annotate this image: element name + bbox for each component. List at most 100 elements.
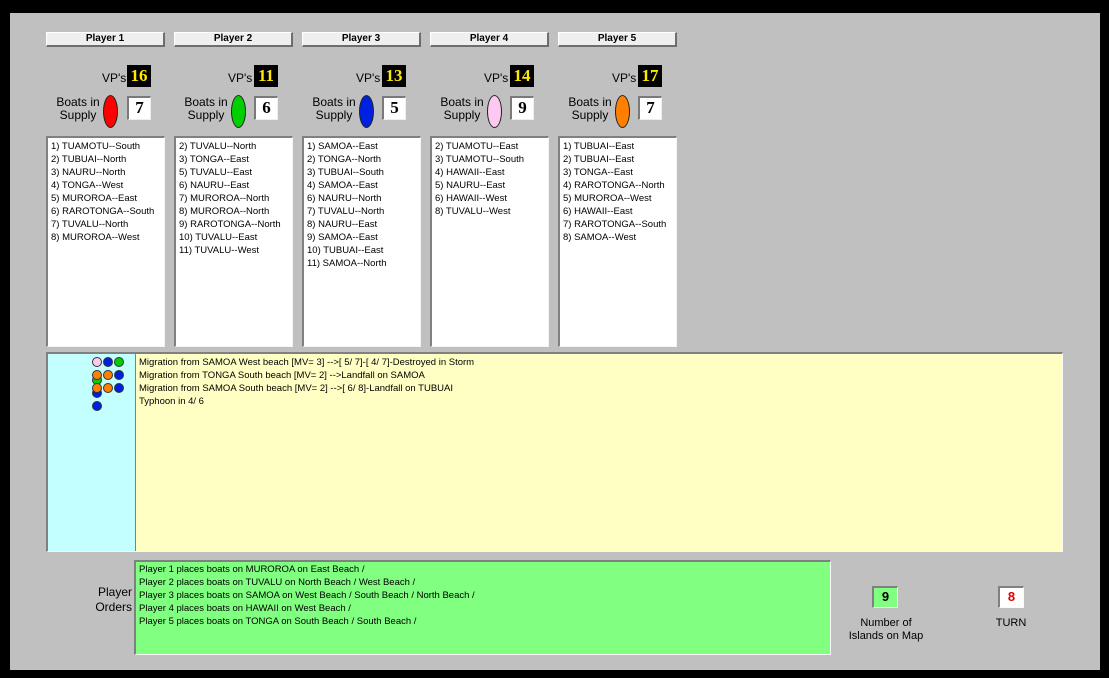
list-item: 5) MUROROA--West [563, 193, 652, 204]
event-dot-row [92, 383, 135, 411]
player-5-vp-value: 17 [638, 65, 662, 87]
turn-label: TURN [995, 617, 1027, 629]
list-item: 7) MUROROA--North [179, 193, 270, 204]
list-item: Migration from TONGA South beach [MV= 2]… [139, 370, 425, 381]
list-item: 7) RAROTONGA--South [563, 219, 667, 230]
player-1-vp-value: 16 [127, 65, 151, 87]
list-item: 3) NAURU--North [51, 167, 126, 178]
player-1-move-list[interactable]: 1) TUAMOTU--South 2) TUBUAI--North 3) NAUR… [46, 136, 165, 347]
boats-label-line-2: Supply [187, 108, 225, 122]
list-item: 6) NAURU--East [179, 180, 250, 191]
boat-dot-icon [103, 357, 113, 367]
player-4-move-list[interactable]: 2) TUAMOTU--East 3) TUAMOTU--South 4) HAWA… [430, 136, 549, 347]
list-item: 8) MUROROA--North [179, 206, 270, 217]
list-item: 2) TUAMOTU--East [435, 141, 519, 152]
boats-label-line-2: Supply [59, 108, 97, 122]
player-orders-label-line-1: Player [97, 585, 132, 599]
list-item: 1) TUBUAI--East [563, 141, 635, 152]
boats-label-line-2: Supply [315, 108, 353, 122]
list-item: 1) TUAMOTU--South [51, 141, 141, 152]
player-3-boats-value: 5 [382, 96, 406, 120]
list-item: 3) TONGA--East [179, 154, 249, 165]
list-item: 9) SAMOA--East [307, 232, 378, 243]
list-item: 5) TUVALU--East [179, 167, 253, 178]
list-item: 5) NAURU--East [435, 180, 506, 191]
player-3-move-list[interactable]: 1) SAMOA--East 2) TONGA--North 3) TUBUAI--… [302, 136, 421, 347]
player-4-vp-value: 14 [510, 65, 534, 87]
player-4-boats-value: 9 [510, 96, 534, 120]
game-window: Player 1 VP's 16 Boats in Supply 7 1) TUA… [10, 13, 1100, 670]
player-orders-label: Player Orders [70, 585, 132, 615]
player-1-boats-label: Boats in Supply [50, 96, 106, 122]
list-item: Player 4 places boats on HAWAII on West … [139, 603, 351, 614]
boat-dot-icon [92, 370, 102, 380]
list-item: 7) TUVALU--North [307, 206, 385, 217]
list-item: 6) HAWAII--West [435, 193, 507, 204]
player-5-vp-label: VP's [612, 71, 637, 85]
player-4-color-token [487, 95, 502, 128]
list-item: 4) SAMOA--East [307, 180, 378, 191]
list-item: 6) NAURU--North [307, 193, 382, 204]
islands-label-line-1: Number of [860, 617, 912, 629]
islands-label-line-2: Islands on Map [848, 630, 924, 642]
player-3-vp-value: 13 [382, 65, 406, 87]
player-1-vp-label: VP's [102, 71, 127, 85]
boat-dot-icon [114, 357, 124, 367]
turn-count-box: 8 [998, 586, 1024, 608]
list-item: Player 5 places boats on TONGA on South … [139, 616, 417, 627]
player-4-boats-label: Boats in Supply [434, 96, 490, 122]
player-orders-panel[interactable]: Player 1 places boats on MUROROA on East… [134, 560, 831, 655]
event-dot-row [92, 370, 135, 398]
list-item: 2) TUVALU--North [179, 141, 257, 152]
list-item: 8) TUVALU--West [435, 206, 511, 217]
list-item: Player 2 places boats on TUVALU on North… [139, 577, 416, 588]
player-1-button[interactable]: Player 1 [46, 32, 165, 47]
player-3-color-token [359, 95, 374, 128]
list-item: 2) TONGA--North [307, 154, 382, 165]
list-item: 3) TONGA--East [563, 167, 633, 178]
player-4-button[interactable]: Player 4 [430, 32, 549, 47]
player-2-move-list[interactable]: 2) TUVALU--North 3) TONGA--East 5) TUVALU-… [174, 136, 293, 347]
list-item: 10) TUVALU--East [179, 232, 258, 243]
boats-label-line-2: Supply [571, 108, 609, 122]
list-item: 2) TUBUAI--East [563, 154, 635, 165]
boat-dot-icon [92, 383, 102, 393]
list-item: 11) SAMOA--North [307, 258, 387, 269]
event-log-panel[interactable]: Migration from SAMOA West beach [MV= 3] … [46, 352, 1063, 552]
boat-dot-icon [103, 383, 113, 393]
list-item: Migration from SAMOA South beach [MV= 2]… [139, 383, 453, 394]
boat-dot-icon [92, 357, 102, 367]
islands-count-label: Number of Islands on Map [836, 617, 936, 643]
event-log-icon-column [48, 354, 136, 551]
player-4-vp-label: VP's [484, 71, 509, 85]
list-item: 2) TUBUAI--North [51, 154, 127, 165]
list-item: Typhoon in 4/ 6 [139, 396, 204, 407]
player-5-button[interactable]: Player 5 [558, 32, 677, 47]
player-5-boats-label: Boats in Supply [562, 96, 618, 122]
player-orders-label-line-2: Orders [95, 600, 132, 614]
list-item: 1) SAMOA--East [307, 141, 378, 152]
boat-dot-icon [114, 370, 124, 380]
list-item: 5) MUROROA--East [51, 193, 138, 204]
list-item: 3) TUAMOTU--South [435, 154, 525, 165]
player-2-vp-value: 11 [254, 65, 278, 87]
player-2-color-token [231, 95, 246, 128]
player-3-boats-label: Boats in Supply [306, 96, 362, 122]
player-5-move-list[interactable]: 1) TUBUAI--East 2) TUBUAI--East 3) TONGA--… [558, 136, 677, 347]
list-item: 8) NAURU--East [307, 219, 378, 230]
list-item: 4) TONGA--West [51, 180, 124, 191]
boat-dot-icon [103, 370, 113, 380]
boat-dot-icon [92, 401, 102, 411]
list-item: 8) MUROROA--West [51, 232, 140, 243]
player-2-vp-label: VP's [228, 71, 253, 85]
player-5-boats-value: 7 [638, 96, 662, 120]
event-log-text: Migration from SAMOA West beach [MV= 3] … [139, 356, 474, 408]
islands-count-box: 9 [872, 586, 898, 608]
list-item: 6) RAROTONGA--South [51, 206, 155, 217]
list-item: 8) SAMOA--West [563, 232, 637, 243]
list-item: Player 1 places boats on MUROROA on East… [139, 564, 365, 575]
player-3-button[interactable]: Player 3 [302, 32, 421, 47]
boats-label-line-2: Supply [443, 108, 481, 122]
list-item: 10) TUBUAI--East [307, 245, 384, 256]
player-2-button[interactable]: Player 2 [174, 32, 293, 47]
